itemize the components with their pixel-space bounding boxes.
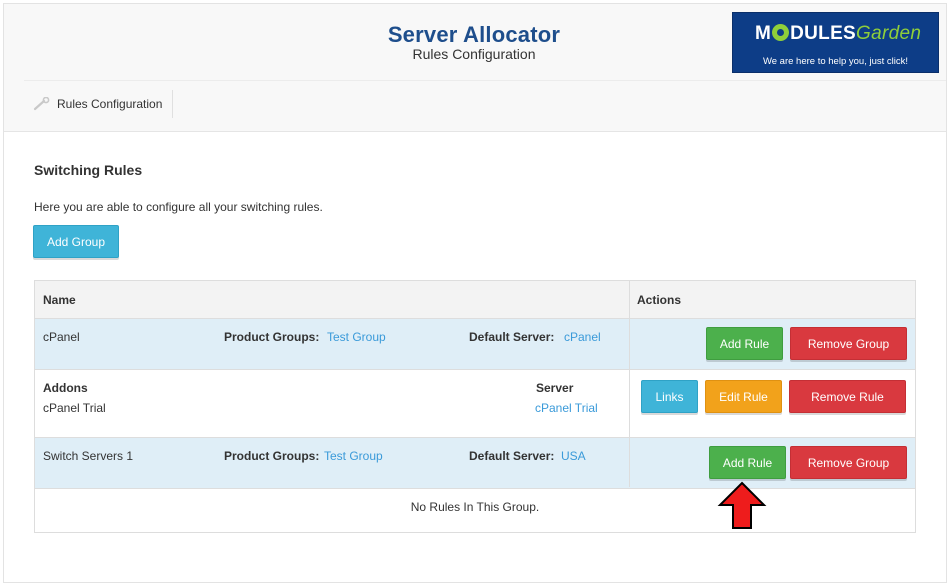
header: Server Allocator Rules Configuration M DU… <box>4 4 946 132</box>
remove-group-button[interactable]: Remove Group <box>790 327 907 360</box>
addons-value: cPanel Trial <box>43 401 106 415</box>
logo-o-icon <box>772 24 790 41</box>
server-link[interactable]: cPanel Trial <box>535 401 598 415</box>
product-groups-label: Product Groups: <box>224 449 320 463</box>
empty-group-message: No Rules In This Group. <box>410 500 540 514</box>
section-description: Here you are able to configure all your … <box>34 200 323 214</box>
product-groups-label: Product Groups: <box>224 330 320 344</box>
remove-group-button[interactable]: Remove Group <box>790 446 907 479</box>
column-header-name: Name <box>43 293 76 307</box>
product-groups-link[interactable]: Test Group <box>324 449 383 463</box>
remove-rule-button[interactable]: Remove Rule <box>789 380 906 413</box>
rule-row: Addons cPanel Trial Server cPanel Trial … <box>35 370 915 438</box>
column-divider <box>629 281 630 487</box>
nav-item-label: Rules Configuration <box>57 97 163 111</box>
server-label: Server <box>536 381 574 395</box>
default-server-link[interactable]: USA <box>561 449 586 463</box>
add-rule-button[interactable]: Add Rule <box>706 327 783 360</box>
links-button[interactable]: Links <box>641 380 698 413</box>
default-server-label: Default Server: <box>469 449 555 463</box>
default-server-label: Default Server: <box>469 330 555 344</box>
table-header: Name Actions <box>35 281 915 319</box>
product-groups-link[interactable]: Test Group <box>327 330 386 344</box>
add-group-button[interactable]: Add Group <box>33 225 119 258</box>
group-name: Switch Servers 1 <box>43 449 134 463</box>
group-row: Switch Servers 1 Product Groups: Test Gr… <box>35 438 915 489</box>
group-row: cPanel Product Groups: Test Group Defaul… <box>35 319 915 370</box>
modulesgarden-logo[interactable]: M DULESGarden We are here to help you, ju… <box>732 12 939 73</box>
section-title: Switching Rules <box>34 162 143 178</box>
red-up-arrow-icon <box>717 481 767 529</box>
addons-label: Addons <box>43 381 88 395</box>
column-header-actions: Actions <box>637 293 682 307</box>
nav-item-rules-configuration[interactable]: Rules Configuration <box>24 90 174 118</box>
wrench-icon <box>33 97 50 111</box>
edit-rule-button[interactable]: Edit Rule <box>705 380 782 413</box>
logo-tagline: We are here to help you, just click! <box>762 56 909 67</box>
add-rule-button[interactable]: Add Rule <box>709 446 786 479</box>
logo-wordmark: M DULESGarden <box>755 23 922 44</box>
default-server-link[interactable]: cPanel <box>564 330 601 344</box>
group-name: cPanel <box>43 330 80 344</box>
main-frame: Server Allocator Rules Configuration M DU… <box>3 3 947 583</box>
rules-table: Name Actions cPanel Product Groups: Test… <box>34 280 916 533</box>
